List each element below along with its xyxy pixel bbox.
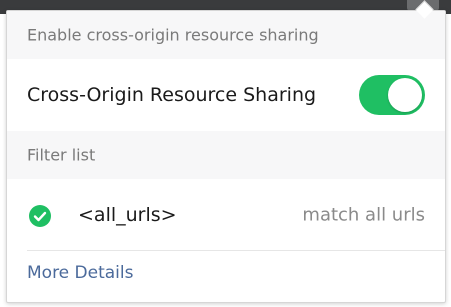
row-divider [27,250,445,251]
filter-description: match all urls [302,204,425,226]
cors-section-header: Enable cross-origin resource sharing [7,11,445,59]
filter-section-header: Filter list [7,131,445,179]
cors-popup: Enable cross-origin resource sharing Cro… [6,10,446,303]
more-details-link[interactable]: More Details [27,263,133,283]
toggle-knob [388,78,422,112]
filter-section-header-text: Filter list [27,145,96,165]
check-circle-icon[interactable] [29,205,51,227]
cors-toggle-label: Cross-Origin Resource Sharing [27,84,317,106]
cors-toggle-switch[interactable] [359,75,425,115]
filter-list-item[interactable]: <all_urls> match all urls [7,179,445,251]
filter-pattern: <all_urls> [78,204,177,226]
cors-section-header-text: Enable cross-origin resource sharing [27,25,319,45]
cors-toggle-row: Cross-Origin Resource Sharing [7,59,445,131]
